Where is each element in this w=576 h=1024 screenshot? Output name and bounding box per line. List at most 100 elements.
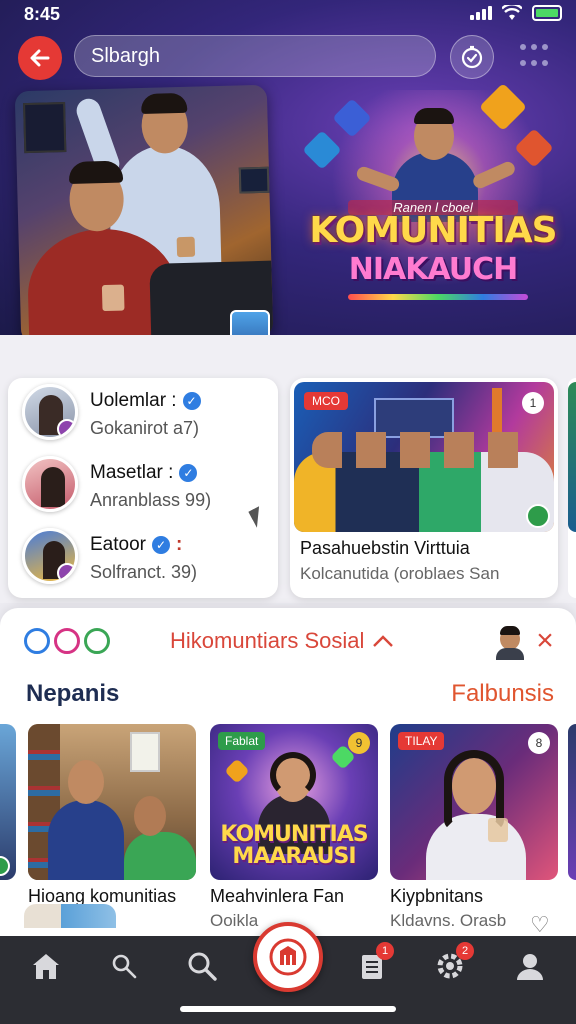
social-icons bbox=[24, 628, 110, 654]
nav-search[interactable] bbox=[184, 948, 220, 984]
record-circle-icon[interactable] bbox=[54, 628, 80, 654]
cellular-signal-icon bbox=[470, 6, 492, 20]
tile-peek[interactable] bbox=[568, 724, 576, 880]
user-circle-icon[interactable] bbox=[24, 628, 50, 654]
community-poster[interactable]: Ranen l cboel KOMUNITIAS NIAKAUCH bbox=[288, 80, 576, 335]
tv-screen-image bbox=[23, 102, 67, 154]
status-bar: 8:45 bbox=[0, 0, 576, 28]
home-icon bbox=[33, 954, 59, 979]
notification-badge: 2 bbox=[456, 942, 474, 960]
poster-board-image bbox=[130, 732, 160, 772]
avatar-hair-image bbox=[500, 626, 520, 635]
verified-icon: ✓ bbox=[151, 536, 170, 554]
section-title: Nepanis bbox=[26, 680, 120, 707]
verified-icon: ✓ bbox=[182, 392, 201, 410]
back-button[interactable] bbox=[18, 36, 62, 80]
tile-title: Meahvinlera Fan bbox=[210, 886, 345, 906]
community-tile[interactable]: Hioang komunitias bbox=[24, 724, 196, 928]
search-input[interactable]: Slbargh bbox=[74, 35, 436, 77]
list-item-title: Eatoor ✓ : bbox=[90, 534, 182, 556]
section-link[interactable]: Falbunsis bbox=[451, 680, 554, 708]
nav-home[interactable] bbox=[28, 948, 64, 984]
list-item-title-text: Eatoor bbox=[90, 534, 146, 555]
person-hair-image bbox=[68, 160, 124, 184]
apps-grid-button[interactable] bbox=[520, 44, 548, 70]
community-tile[interactable]: TILAY 8 Kiypbnitans Kldavns. Orasb bbox=[390, 724, 558, 931]
list-item-subtitle: Gokanirot a7) bbox=[90, 418, 200, 438]
nav-profile[interactable] bbox=[512, 948, 548, 984]
tile-badge-icon: 9 bbox=[348, 732, 370, 754]
list-item-mark: : bbox=[175, 534, 183, 555]
tile-title: Kiypbnitans bbox=[390, 886, 484, 906]
panel-heading[interactable]: Hikomuntiars Sosial bbox=[170, 628, 394, 654]
explore-icon bbox=[112, 954, 137, 979]
person-head-image bbox=[134, 796, 166, 836]
avatar[interactable] bbox=[496, 626, 524, 660]
drink-glass-image bbox=[488, 818, 508, 842]
featured-event-card[interactable]: MCO 1 Pasahuebstin Virttuia Kolcanutida … bbox=[290, 378, 558, 598]
home-indicator[interactable] bbox=[180, 1006, 396, 1012]
list-item[interactable]: Masetlar : ✓ Anranblass 99) bbox=[22, 456, 272, 518]
tile-badge-icon: 8 bbox=[528, 732, 550, 754]
next-card-peek[interactable] bbox=[568, 378, 576, 598]
tv-screen-image bbox=[238, 166, 270, 194]
poster-title-line-two: NIAKAUCH bbox=[348, 252, 519, 287]
person-hair-image bbox=[140, 92, 188, 115]
user-icon bbox=[517, 954, 543, 980]
avatar bbox=[22, 384, 78, 440]
chevron-up-icon bbox=[373, 635, 394, 647]
instagram-icon bbox=[57, 419, 75, 437]
list-item-title: Masetlar : ✓ bbox=[90, 462, 198, 484]
community-tiles: Hioang komunitias Fablat 9 KOMUNITIAS MA… bbox=[0, 724, 576, 944]
event-title: Pasahuebstin Virttuia bbox=[300, 538, 470, 558]
verified-icon: ✓ bbox=[179, 464, 198, 482]
eye-circle-icon[interactable] bbox=[84, 628, 110, 654]
list-item-title: Uolemlar : ✓ bbox=[90, 390, 201, 412]
avatar-person-image bbox=[41, 467, 65, 507]
nav-settings[interactable]: 2 bbox=[432, 942, 474, 984]
list-item[interactable]: Uolemlar : ✓ Gokanirot a7) bbox=[22, 384, 272, 446]
whatsapp-icon bbox=[526, 504, 550, 528]
status-time: 8:45 bbox=[24, 4, 61, 24]
heart-icon[interactable]: ♡ bbox=[530, 914, 552, 936]
gem-icon bbox=[224, 758, 250, 784]
person-hair-image bbox=[270, 752, 316, 798]
nav-list[interactable]: 1 bbox=[354, 942, 394, 984]
timer-button[interactable] bbox=[450, 35, 494, 79]
event-tag: MCO bbox=[304, 392, 348, 410]
hero-banner: 8:45 Slbargh Ranen l cboel KOMUNITIAS NI… bbox=[0, 0, 576, 335]
stopwatch-icon bbox=[461, 45, 483, 69]
status-icons bbox=[470, 5, 562, 21]
tile-image: TILAY 8 bbox=[390, 724, 558, 880]
rainbow-streak-image bbox=[348, 294, 528, 300]
community-tile[interactable]: Fablat 9 KOMUNITIAS MAARAUSI Meahvinlera… bbox=[210, 724, 378, 931]
avatar-body-image bbox=[496, 648, 524, 660]
close-icon[interactable]: × bbox=[532, 626, 558, 656]
tile-image: Fablat 9 KOMUNITIAS MAARAUSI bbox=[210, 724, 378, 880]
person-head-image bbox=[68, 760, 104, 804]
nav-create-button[interactable] bbox=[253, 922, 323, 992]
tile-image bbox=[28, 724, 196, 880]
panel-heading-text: Hikomuntiars Sosial bbox=[170, 628, 365, 653]
nav-explore[interactable] bbox=[106, 948, 142, 984]
tile-thumbnail-image bbox=[24, 904, 116, 928]
drink-glass-image bbox=[101, 284, 125, 312]
drink-glass-image bbox=[176, 236, 196, 258]
battery-icon bbox=[532, 5, 562, 21]
hero-photo[interactable] bbox=[14, 84, 274, 335]
arrow-left-icon bbox=[30, 49, 50, 67]
featured-event-image: MCO 1 bbox=[294, 382, 554, 532]
whatsapp-icon bbox=[0, 856, 10, 876]
presenter-hair-image bbox=[414, 108, 454, 124]
list-item-title-text: Uolemlar : bbox=[90, 390, 177, 411]
tile-tag: TILAY bbox=[398, 732, 445, 750]
tile-peek[interactable] bbox=[0, 724, 16, 880]
search-icon bbox=[188, 952, 217, 981]
member-list-card: Uolemlar : ✓ Gokanirot a7) Masetlar : ✓ … bbox=[8, 378, 278, 598]
avatar bbox=[22, 528, 78, 584]
wifi-icon bbox=[502, 5, 522, 20]
avatar bbox=[22, 456, 78, 512]
list-item[interactable]: Eatoor ✓ : Solfranct. 39) bbox=[22, 528, 272, 590]
gallery-icon[interactable] bbox=[230, 310, 270, 335]
social-community-panel: Hikomuntiars Sosial × Nepanis Falbunsis … bbox=[0, 608, 576, 948]
